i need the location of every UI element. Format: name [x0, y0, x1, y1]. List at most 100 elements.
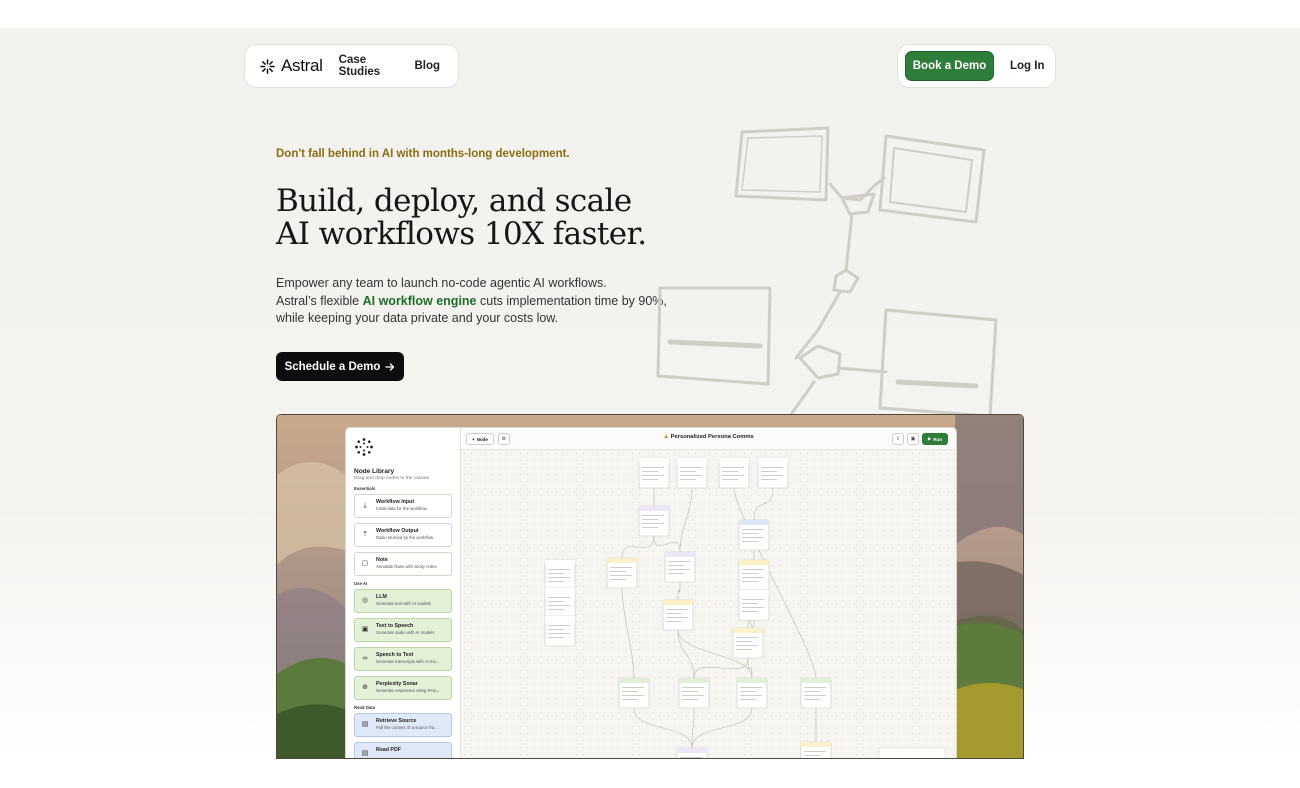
node-card-perplexity-sonar[interactable]: ⊕ Perplexity Sonar Generate responses usin… — [354, 676, 452, 700]
graph-node[interactable] — [678, 677, 710, 709]
node-library-sections: Essentials ⤓ Workflow Input Initial data fo… — [354, 486, 452, 758]
description-line-2-end: cuts implementation time by 90%, — [476, 293, 667, 308]
workflow-canvas[interactable] — [461, 450, 956, 759]
node-card-llm[interactable]: ◎ LLM Generate text with AI models — [354, 589, 452, 613]
node-card-description: Initial data for the workflow — [376, 506, 427, 511]
node-card-description: Generate audio with AI models — [376, 630, 435, 635]
hero-description: Empower any team to launch no-code agent… — [276, 275, 676, 328]
graph-node[interactable] — [618, 677, 650, 709]
workflow-engine-link[interactable]: AI workflow engine — [363, 294, 477, 308]
description-line-2-start: Astral’s flexible — [276, 293, 363, 308]
graph-edge — [677, 581, 681, 601]
workflow-sketch-illustration — [656, 126, 998, 418]
headline-line-1: Build, deploy, and scale — [276, 183, 632, 219]
brain-icon: ◎ — [361, 597, 369, 604]
node-card-name: Retrieve Source — [376, 718, 417, 724]
node-card-name: Workflow Input — [376, 499, 415, 505]
description-line-1: Empower any team to launch no-code agent… — [276, 276, 607, 290]
note-icon: ▢ — [361, 560, 369, 567]
voicemail-icon: ∞ — [362, 655, 368, 662]
library-section-heading: Read Data — [354, 705, 376, 710]
graph-node[interactable] — [662, 599, 694, 631]
graph-node[interactable] — [800, 741, 832, 759]
graph-node[interactable] — [738, 559, 770, 591]
nav-link-case-studies[interactable]: Case Studies — [339, 54, 397, 78]
graph-node[interactable] — [544, 559, 576, 591]
node-library-subtitle: Drag and drop nodes to the canvas — [354, 476, 429, 481]
brand-logo[interactable]: Astral — [260, 56, 323, 76]
warning-icon: ▲ — [663, 434, 669, 440]
graph-node[interactable] — [676, 747, 708, 759]
arrow-right-icon — [385, 362, 395, 371]
description-line-2: Astral’s flexible AI workflow engine cut… — [276, 293, 676, 311]
node-card-description: Generate transcripts with AI mo... — [376, 659, 440, 664]
node-card-name: Read PDF — [376, 747, 402, 753]
graph-node[interactable] — [738, 519, 770, 551]
run-label: Run — [933, 436, 943, 442]
canvas-minimap[interactable] — [878, 747, 946, 759]
document-icon: ▤ — [361, 721, 369, 728]
graph-edge — [747, 619, 755, 629]
node-card-name: Perplexity Sonar — [376, 681, 418, 687]
workflow-title-text: Personalized Persona Comms — [670, 434, 754, 440]
nav-left-bar: Astral Case Studies Blog — [244, 44, 459, 88]
hero-eyebrow: Don't fall behind in AI with months-long… — [276, 148, 570, 160]
graph-edge — [679, 487, 693, 553]
hero-headline: Build, deploy, and scale AI workflows 10… — [276, 185, 696, 251]
node-card-description: Generate responses using Perp... — [376, 688, 441, 693]
description-line-3: while keeping your data private and your… — [276, 311, 559, 325]
brand-name: Astral — [281, 56, 323, 75]
graph-node[interactable] — [638, 457, 670, 489]
save-icon[interactable]: ▣ — [907, 433, 919, 445]
graph-node[interactable] — [718, 457, 750, 489]
headline-line-2: AI workflows 10X faster. — [276, 216, 647, 252]
upload-icon: ⤒ — [363, 531, 367, 538]
node-library-panel: Node Library Drag and drop nodes to the … — [346, 428, 461, 758]
graph-node[interactable] — [738, 589, 770, 621]
node-card-workflow-output[interactable]: ⤒ Workflow Output Data returned by the wor… — [354, 523, 452, 547]
node-card-name: Note — [376, 557, 388, 563]
graph-edge — [693, 657, 749, 679]
node-card-workflow-input[interactable]: ⤓ Workflow Input Initial data for the work… — [354, 494, 452, 518]
node-card-name: Speech to Text — [376, 652, 414, 658]
node-card-description: Annotate flows with sticky notes — [376, 564, 437, 569]
share-icon[interactable]: ⇪ — [892, 433, 904, 445]
node-card-note[interactable]: ▢ Note Annotate flows with sticky notes — [354, 552, 452, 576]
play-icon: ▶ — [927, 436, 932, 441]
library-section-heading: Use AI — [354, 581, 368, 586]
node-card-retrieve-source[interactable]: ▤ Retrieve Source Pull the content of a so… — [354, 713, 452, 737]
node-card-description: Generate text with AI models — [376, 601, 431, 606]
speech-bubble-icon: ▣ — [361, 626, 369, 633]
graph-node[interactable] — [544, 587, 576, 619]
graph-node[interactable] — [544, 615, 576, 647]
graph-node[interactable] — [606, 557, 638, 589]
graph-node[interactable] — [638, 505, 670, 537]
schedule-demo-button[interactable]: Schedule a Demo — [276, 352, 404, 381]
graph-node[interactable] — [676, 457, 708, 489]
login-link[interactable]: Log In — [1010, 60, 1045, 72]
node-card-name: LLM — [376, 594, 387, 600]
node-card-speech-to-text[interactable]: ∞ Speech to Text Generate transcripts with… — [354, 647, 452, 671]
node-card-read-pdf[interactable]: ▤ Read PDF — [354, 742, 452, 758]
product-screenshot: Node Library Drag and drop nodes to the … — [276, 414, 1024, 759]
graph-node[interactable] — [732, 627, 764, 659]
node-card-text-to-speech[interactable]: ▣ Text to Speech Generate audio with AI mo… — [354, 618, 452, 642]
graph-node[interactable] — [757, 457, 789, 489]
graph-node[interactable] — [800, 677, 832, 709]
graph-edge — [621, 587, 635, 679]
download-icon: ⤓ — [363, 502, 367, 509]
node-card-description: Pull the content of a source fro... — [376, 725, 438, 730]
nav-link-blog[interactable]: Blog — [414, 60, 440, 72]
graph-edge — [691, 707, 753, 749]
graph-node[interactable] — [736, 677, 768, 709]
canvas-toolbar: + Node ⚙ ▲ Personalized Persona Comms ⇪ … — [461, 428, 956, 450]
astral-logo-icon — [260, 58, 275, 74]
nav-right-bar: Book a Demo Log In — [897, 44, 1056, 88]
landing-page: Astral Case Studies Blog Book a Demo Log… — [0, 28, 1300, 759]
book-demo-button[interactable]: Book a Demo — [905, 51, 994, 81]
workflow-graph — [544, 457, 946, 759]
run-button[interactable]: ▶ Run — [922, 433, 948, 445]
graph-node[interactable] — [664, 551, 696, 583]
globe-icon: ⊕ — [362, 684, 368, 691]
node-card-name: Workflow Output — [376, 528, 419, 534]
